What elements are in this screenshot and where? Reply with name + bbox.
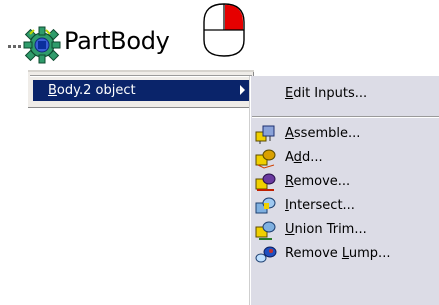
tree-node[interactable]: PartBody: [0, 0, 439, 70]
context-menu-separator: [30, 75, 252, 77]
submenu-item-assemble[interactable]: Assemble...: [254, 122, 439, 146]
tree-node-label[interactable]: PartBody: [64, 27, 170, 55]
menu-item-label: Body.2 object: [48, 83, 136, 98]
submenu-item-label: Edit Inputs...: [285, 86, 368, 101]
submenu-arrow-icon: [240, 85, 245, 95]
add-icon: [255, 149, 276, 169]
submenu-item-label: Union Trim...: [285, 222, 367, 237]
context-menu-top-edge: [28, 70, 254, 72]
submenu-item-intersect[interactable]: Intersect...: [254, 194, 439, 218]
submenu-item-label: Intersect...: [285, 198, 355, 213]
submenu-item-add[interactable]: Add...: [254, 146, 439, 170]
submenu-item-union-trim[interactable]: Union Trim...: [254, 218, 439, 242]
remove-lump-icon: [255, 246, 277, 263]
gear-body-icon[interactable]: [20, 24, 64, 66]
submenu-separator: [252, 116, 439, 118]
submenu-item-label: Add...: [285, 150, 323, 165]
assemble-icon: [255, 125, 275, 144]
submenu-item-label: Remove...: [285, 174, 351, 189]
remove-icon: [255, 173, 276, 191]
submenu-item-label: Assemble...: [285, 126, 361, 141]
submenu-item-remove[interactable]: Remove...: [254, 170, 439, 194]
submenu-item-label: Remove Lump...: [285, 246, 391, 261]
intersect-icon: [255, 197, 276, 214]
submenu-item-edit-inputs[interactable]: Edit Inputs...: [254, 82, 439, 106]
submenu-item-remove-lump[interactable]: Remove Lump...: [254, 242, 439, 266]
right-mouse-button-icon: [203, 3, 245, 57]
menu-item-body-object[interactable]: Body.2 object: [33, 80, 252, 101]
union-trim-icon: [255, 221, 276, 240]
